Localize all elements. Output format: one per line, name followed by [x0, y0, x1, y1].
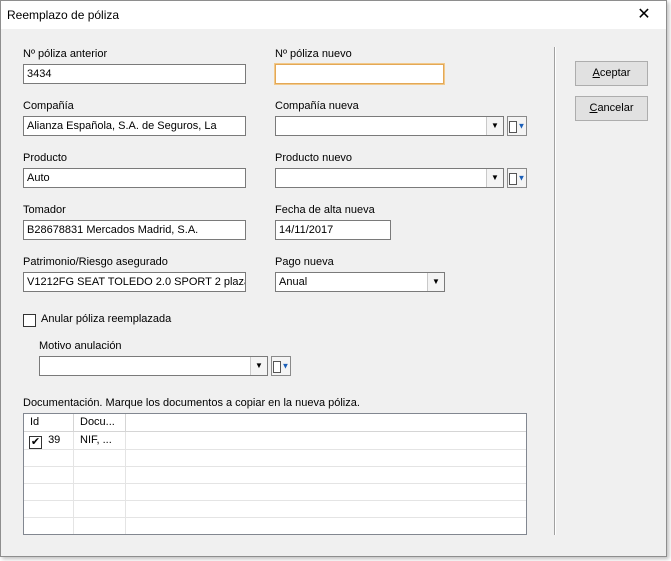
- table-row: [24, 466, 526, 484]
- insured-asset-field[interactable]: V1212FG SEAT TOLEDO 2.0 SPORT 2 plaza: [23, 272, 246, 292]
- new-payment-label: Pago nueva: [275, 256, 334, 268]
- company-lookup-button[interactable]: ▼: [507, 116, 527, 136]
- cancel-button[interactable]: Cancelar: [575, 96, 648, 121]
- new-payment-select[interactable]: Anual ▼: [275, 272, 445, 292]
- new-product-select[interactable]: ▼: [275, 168, 504, 188]
- taker-label: Tomador: [23, 204, 66, 216]
- empty-cell: [74, 500, 126, 517]
- column-header-document[interactable]: Docu...: [74, 414, 126, 431]
- table-row[interactable]: ✔ 39 NIF, ...: [24, 432, 526, 450]
- document-icon: [508, 172, 517, 185]
- vertical-separator: [554, 47, 556, 535]
- company-field[interactable]: Alianza Española, S.A. de Seguros, La: [23, 116, 246, 136]
- new-start-date-field[interactable]: 14/11/2017: [275, 220, 391, 240]
- document-icon: [508, 120, 517, 133]
- dropdown-arrow-icon: ▼: [281, 361, 290, 371]
- document-icon: [272, 360, 281, 373]
- new-start-date-label: Fecha de alta nueva: [275, 204, 375, 216]
- close-icon[interactable]: ✕: [622, 1, 666, 29]
- new-product-label: Producto nuevo: [275, 152, 353, 164]
- grid-header: Id Docu...: [24, 414, 526, 432]
- accept-mnemonic: A: [592, 67, 600, 79]
- row-id: 39: [48, 434, 61, 446]
- new-payment-value: Anual: [279, 276, 308, 288]
- product-label: Producto: [23, 152, 68, 164]
- dropdown-arrow-icon: ▼: [517, 121, 526, 131]
- empty-cell: [74, 449, 126, 466]
- empty-cell: [74, 466, 126, 483]
- cancel-policy-label[interactable]: Anular póliza reemplazada: [41, 313, 171, 325]
- accept-label: ceptar: [599, 67, 631, 79]
- chevron-down-icon[interactable]: ▼: [486, 169, 503, 187]
- cancel-reason-lookup-button[interactable]: ▼: [271, 356, 291, 376]
- cancel-label: ancelar: [597, 102, 634, 114]
- chevron-down-icon[interactable]: ▼: [486, 117, 503, 135]
- new-policy-field[interactable]: [275, 64, 444, 84]
- documents-grid[interactable]: Id Docu... ✔ 39 NIF, ...: [23, 413, 527, 535]
- dropdown-arrow-icon: ▼: [517, 173, 526, 183]
- old-policy-field[interactable]: 3434: [23, 64, 246, 84]
- company-label: Compañía: [23, 100, 74, 112]
- chevron-down-icon[interactable]: ▼: [427, 273, 444, 291]
- taker-field[interactable]: B28678831 Mercados Madrid, S.A.: [23, 220, 246, 240]
- empty-cell: [24, 500, 74, 517]
- insured-asset-label: Patrimonio/Riesgo asegurado: [23, 256, 168, 268]
- product-field[interactable]: Auto: [23, 168, 246, 188]
- cancel-policy-checkbox[interactable]: [23, 314, 36, 327]
- cancel-reason-label: Motivo anulación: [39, 340, 122, 352]
- title-bar[interactable]: Reemplazo de póliza ✕: [1, 1, 666, 29]
- column-header-id[interactable]: Id: [24, 414, 74, 431]
- empty-cell: [24, 483, 74, 500]
- document-checkbox[interactable]: ✔: [29, 436, 42, 449]
- new-company-select[interactable]: ▼: [275, 116, 504, 136]
- table-row: [24, 483, 526, 501]
- empty-cell: [74, 483, 126, 500]
- new-company-label: Compañía nueva: [275, 100, 359, 112]
- window-title: Reemplazo de póliza: [7, 8, 120, 22]
- documents-caption: Documentación. Marque los documentos a c…: [23, 397, 360, 409]
- table-row: [24, 449, 526, 467]
- empty-cell: [74, 517, 126, 534]
- dialog-window: Reemplazo de póliza ✕ Nº póliza anterior…: [0, 0, 667, 557]
- new-policy-label: Nº póliza nuevo: [275, 48, 352, 60]
- empty-cell: [24, 517, 74, 534]
- empty-cell: [24, 449, 74, 466]
- table-row: [24, 517, 526, 534]
- old-policy-label: Nº póliza anterior: [23, 48, 108, 60]
- cancel-reason-select[interactable]: ▼: [39, 356, 268, 376]
- table-row: [24, 500, 526, 518]
- chevron-down-icon[interactable]: ▼: [250, 357, 267, 375]
- row-document: NIF, ...: [74, 432, 126, 449]
- product-lookup-button[interactable]: ▼: [507, 168, 527, 188]
- accept-button[interactable]: Aceptar: [575, 61, 648, 86]
- empty-cell: [24, 466, 74, 483]
- row-id-cell: ✔ 39: [24, 432, 74, 449]
